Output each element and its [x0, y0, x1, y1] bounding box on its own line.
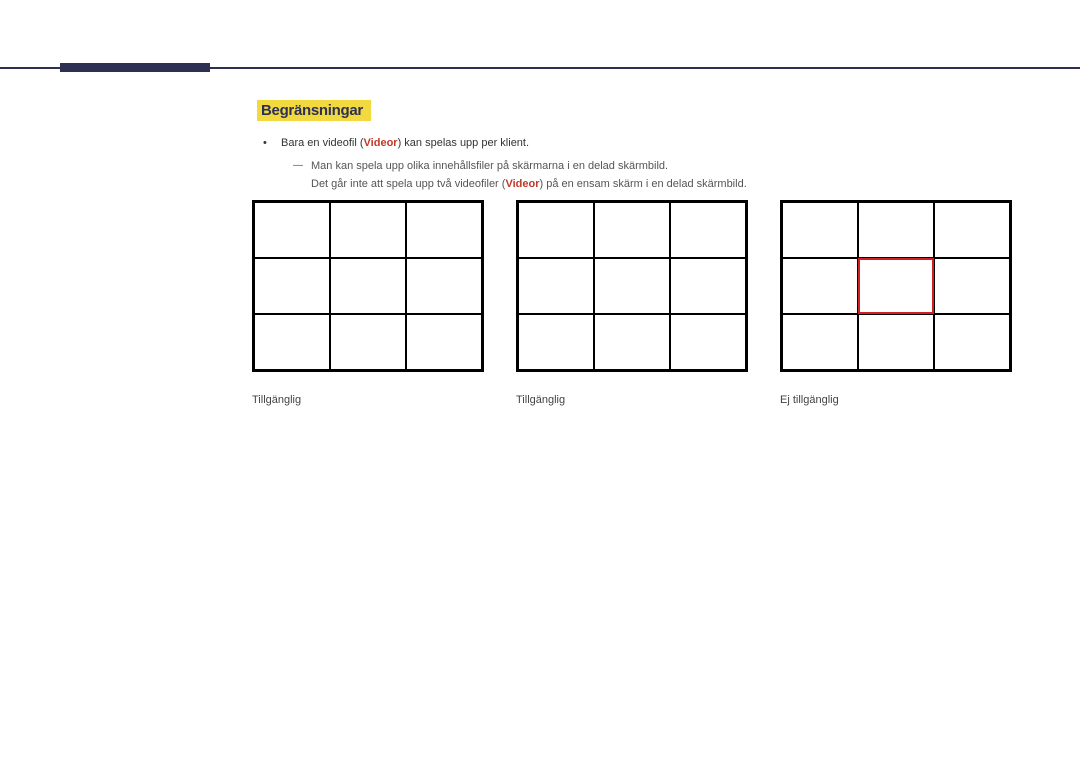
- grid-cell: [518, 202, 594, 258]
- grid-cell: [670, 258, 746, 314]
- grid-cell: [670, 314, 746, 370]
- subline-1: Man kan spela upp olika innehållsfiler p…: [311, 160, 668, 172]
- grid-cell: [518, 314, 594, 370]
- grid-cell: [254, 202, 330, 258]
- restrictions-list: Bara en videofil (Videor) kan spelas upp…: [257, 135, 1017, 193]
- grid-cell: [782, 202, 858, 258]
- grid-block-1: Tillgänglig: [252, 200, 484, 406]
- grid-1: [252, 200, 484, 372]
- subline2-after: ) på en ensam skärm i en delad skärmbild…: [539, 178, 746, 190]
- grid-cell: [934, 258, 1010, 314]
- top-thick-accent: [60, 63, 210, 72]
- grid-cell: [934, 202, 1010, 258]
- grid-2-caption: Tillgänglig: [516, 394, 748, 406]
- videor-keyword-2: Videor: [505, 178, 539, 190]
- subline2-before: Det går inte att spela upp två videofile…: [311, 178, 505, 190]
- grid-cell: [254, 258, 330, 314]
- grid-cell: [330, 314, 406, 370]
- bullet-text-before: Bara en videofil (: [281, 137, 364, 149]
- grid-block-2: Tillgänglig: [516, 200, 748, 406]
- sub-list: Man kan spela upp olika innehållsfiler p…: [281, 158, 1017, 175]
- grid-cell: [406, 314, 482, 370]
- grid-cell: [594, 202, 670, 258]
- grid-cell: [594, 314, 670, 370]
- grid-cell: [406, 258, 482, 314]
- grid-cell: [782, 314, 858, 370]
- list-item: Bara en videofil (Videor) kan spelas upp…: [257, 135, 1017, 193]
- content-area: Begränsningar Bara en videofil (Videor) …: [257, 100, 1017, 199]
- grid-cell-highlighted: [858, 258, 934, 314]
- grid-cell: [858, 314, 934, 370]
- grid-1-caption: Tillgänglig: [252, 394, 484, 406]
- videor-keyword: Videor: [364, 137, 398, 149]
- grid-block-3: Ej tillgänglig: [780, 200, 1012, 406]
- grids-row: Tillgänglig Tillgänglig Ej tillg: [252, 200, 1012, 406]
- grid-3: [780, 200, 1012, 372]
- grid-cell: [594, 258, 670, 314]
- section-title: Begränsningar: [257, 100, 371, 121]
- grid-cell: [406, 202, 482, 258]
- grid-cell: [934, 314, 1010, 370]
- grid-cell: [782, 258, 858, 314]
- sub-item: Man kan spela upp olika innehållsfiler p…: [293, 158, 1017, 175]
- grid-3-caption: Ej tillgänglig: [780, 394, 1012, 406]
- bullet-text-after: ) kan spelas upp per klient.: [398, 137, 529, 149]
- grid-cell: [858, 202, 934, 258]
- grid-cell: [254, 314, 330, 370]
- grid-cell: [330, 258, 406, 314]
- grid-cell: [330, 202, 406, 258]
- grid-cell: [518, 258, 594, 314]
- grid-2: [516, 200, 748, 372]
- sub-continuation: Det går inte att spela upp två videofile…: [281, 176, 1017, 193]
- grid-cell: [670, 202, 746, 258]
